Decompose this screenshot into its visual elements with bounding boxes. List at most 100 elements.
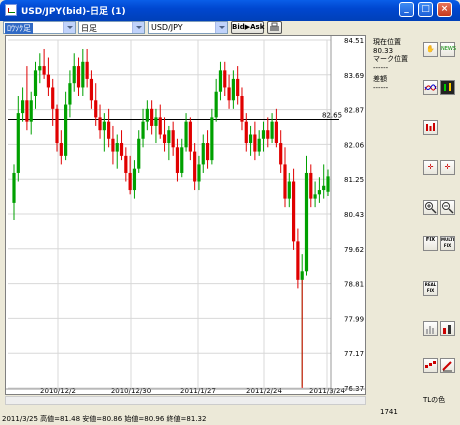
chevron-down-icon[interactable] — [215, 22, 227, 33]
candle-body[interactable] — [64, 104, 68, 156]
minimize-button[interactable]: _ — [399, 2, 414, 17]
candle-body[interactable] — [150, 108, 154, 126]
candle-body[interactable] — [326, 176, 330, 192]
candle-body[interactable] — [137, 138, 141, 169]
candle-body[interactable] — [270, 121, 274, 139]
candle-body[interactable] — [171, 130, 175, 148]
candle-body[interactable] — [248, 134, 253, 144]
candle-body[interactable] — [274, 121, 278, 144]
maximize-button[interactable]: □ — [418, 2, 433, 17]
candle-body[interactable] — [162, 134, 167, 144]
candle-body[interactable] — [76, 66, 81, 88]
candle-body[interactable] — [175, 147, 180, 173]
candle-body[interactable] — [253, 134, 257, 152]
bar-chart-button[interactable] — [440, 321, 455, 336]
print-button[interactable] — [267, 21, 282, 34]
zoom-in-button[interactable] — [423, 200, 438, 215]
candle-body[interactable] — [283, 164, 287, 199]
candle-body[interactable] — [236, 78, 240, 97]
close-button[interactable]: × — [437, 2, 452, 17]
candle-body[interactable] — [128, 172, 132, 191]
candle-body[interactable] — [145, 108, 149, 122]
period-select[interactable]: 日足 — [78, 21, 145, 34]
real-fix-button[interactable]: REAL FIX — [423, 281, 438, 296]
candle-body[interactable] — [296, 241, 300, 280]
candle-body[interactable] — [68, 83, 72, 105]
candle-body[interactable] — [322, 185, 326, 191]
candle-body[interactable] — [193, 151, 197, 182]
candle-body[interactable] — [107, 121, 111, 139]
candle-body[interactable] — [33, 70, 38, 97]
horizontal-scrollbar[interactable] — [5, 396, 366, 405]
price-chart[interactable]: 84.51 83.69 82.87 82.06 81.25 80.43 79.62 78.81… — [5, 35, 366, 395]
candle-body[interactable] — [111, 138, 115, 152]
candle-body[interactable] — [317, 190, 321, 195]
candle-body[interactable] — [266, 130, 270, 139]
candle-body[interactable] — [257, 138, 261, 152]
candle-body[interactable] — [119, 143, 124, 156]
candle-body[interactable] — [218, 70, 223, 92]
candle-body[interactable] — [304, 172, 309, 272]
indicator-button[interactable] — [423, 80, 438, 95]
zoom-out-button[interactable] — [440, 200, 455, 215]
volume-button[interactable] — [423, 321, 438, 336]
candle-body[interactable] — [201, 143, 205, 165]
candle-body[interactable] — [21, 100, 25, 114]
candle-body[interactable] — [279, 143, 283, 165]
candle-body[interactable] — [81, 61, 85, 88]
candle-body[interactable] — [42, 66, 46, 75]
candle-body[interactable] — [188, 121, 192, 152]
candle-body[interactable] — [72, 66, 76, 84]
candle-body[interactable] — [132, 168, 137, 191]
candle-body[interactable] — [244, 121, 248, 144]
chart-type-select[interactable]: ﾛｳｿｸ足 — [3, 21, 76, 34]
candle-body[interactable] — [16, 113, 20, 173]
candle-body[interactable] — [180, 147, 184, 173]
candle-body[interactable] — [124, 155, 128, 173]
trendline-color-button[interactable] — [423, 358, 438, 373]
candle-body[interactable] — [313, 194, 317, 199]
candle-body[interactable] — [94, 100, 98, 118]
candle-body[interactable] — [141, 121, 145, 139]
candle-body[interactable] — [210, 117, 214, 161]
candle-body[interactable] — [115, 143, 119, 152]
crosshair-alt-button[interactable]: ✛ — [440, 160, 455, 175]
candle-body[interactable] — [291, 181, 296, 242]
candle-body[interactable] — [51, 87, 55, 109]
pen-button[interactable] — [440, 358, 455, 373]
hand-tool-button[interactable]: ✋ — [423, 42, 438, 57]
candle-body[interactable] — [184, 121, 188, 148]
symbol-select[interactable]: USD/JPY — [148, 21, 228, 34]
candle-body[interactable] — [29, 100, 33, 122]
news-button[interactable]: NEWS — [440, 42, 456, 57]
candle-body[interactable] — [231, 78, 235, 101]
candle-body[interactable] — [197, 164, 201, 182]
multi-fix-button[interactable]: MULTI FIX — [440, 236, 455, 251]
candle-body[interactable] — [227, 87, 231, 101]
candle-body[interactable] — [38, 66, 42, 71]
candle-body[interactable] — [98, 117, 102, 131]
chart-canvas[interactable]: 84.51 83.69 82.87 82.06 81.25 80.43 79.62 78.81… — [6, 36, 365, 394]
candle-body[interactable] — [309, 172, 313, 199]
candle-body[interactable] — [205, 143, 210, 161]
fix-button[interactable]: FIX — [423, 236, 438, 251]
candle-body[interactable] — [12, 172, 16, 203]
candle-body[interactable] — [287, 181, 291, 199]
candle-body[interactable] — [158, 117, 162, 135]
candle-body[interactable] — [55, 108, 59, 144]
candle-body[interactable] — [25, 100, 29, 122]
chevron-down-icon[interactable] — [132, 22, 144, 33]
candle-style-button[interactable] — [423, 120, 438, 135]
bid-ask-button[interactable]: Bid▶Ask — [231, 21, 264, 34]
candle-body[interactable] — [154, 117, 158, 126]
candle-body[interactable] — [59, 143, 63, 156]
candle-body[interactable] — [300, 271, 304, 280]
crosshair-button[interactable]: ✛ — [423, 160, 438, 175]
chevron-down-icon[interactable] — [63, 22, 75, 33]
dark-theme-button[interactable] — [440, 80, 455, 95]
candle-body[interactable] — [223, 70, 227, 88]
candle-body[interactable] — [85, 61, 89, 79]
candle-body[interactable] — [46, 74, 51, 88]
candle-body[interactable] — [167, 130, 171, 144]
candle-body[interactable] — [240, 96, 244, 122]
